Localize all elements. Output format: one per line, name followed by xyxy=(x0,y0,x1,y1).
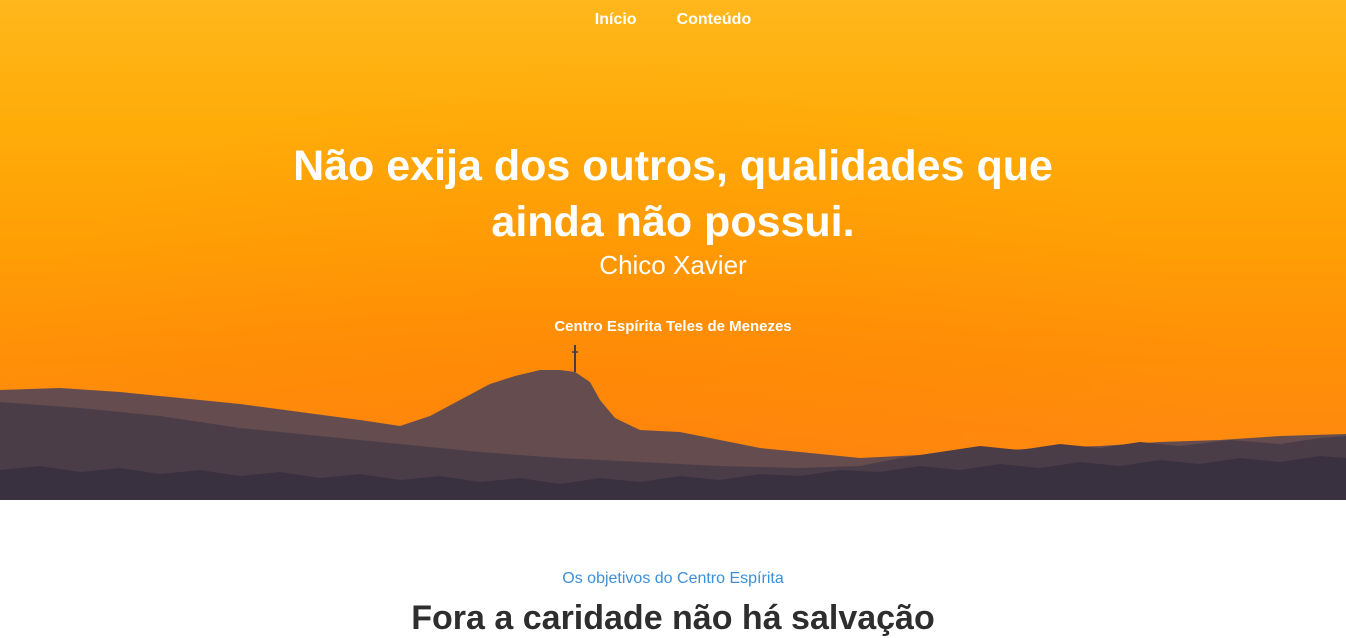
hero-banner: Início Conteúdo Não exija dos outros, qu… xyxy=(0,0,1346,500)
hero-content: Não exija dos outros, qualidades que ain… xyxy=(0,138,1346,335)
section-kicker: Os objetivos do Centro Espírita xyxy=(562,570,784,587)
nav-link-conteudo[interactable]: Conteúdo xyxy=(657,11,772,29)
nav-link-inicio[interactable]: Início xyxy=(575,11,657,29)
section-heading: Fora a caridade não há salvação xyxy=(411,599,935,637)
top-navigation: Início Conteúdo xyxy=(0,0,1346,40)
hero-quote-author: Chico Xavier xyxy=(599,250,747,280)
hero-organization-name: Centro Espírita Teles de Menezes xyxy=(554,318,792,335)
hero-quote: Não exija dos outros, qualidades que ain… xyxy=(293,142,1053,246)
